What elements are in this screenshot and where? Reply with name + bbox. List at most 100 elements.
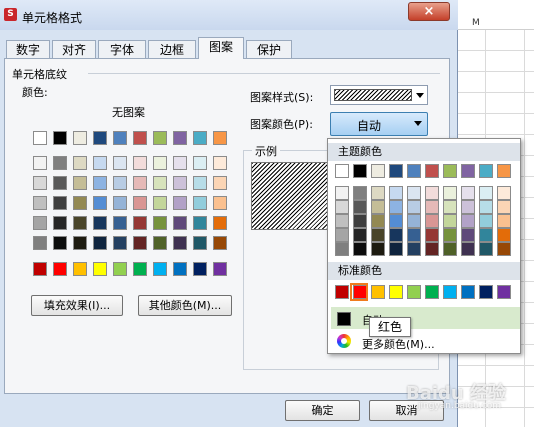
tint-color-swatch[interactable]: [173, 156, 187, 170]
tint-color-swatch[interactable]: [53, 176, 67, 190]
tint-color-swatch[interactable]: [153, 176, 167, 190]
popup-tint-color-swatch[interactable]: [371, 228, 385, 242]
standard-color-swatch[interactable]: [33, 262, 47, 276]
popup-tint-color-swatch[interactable]: [443, 200, 457, 214]
popup-tint-color-swatch[interactable]: [389, 242, 403, 256]
more-colors-option[interactable]: 更多颜色(M)...: [362, 336, 435, 352]
popup-tint-color-swatch[interactable]: [497, 214, 511, 228]
popup-tint-color-swatch[interactable]: [371, 186, 385, 200]
standard-color-swatch[interactable]: [113, 262, 127, 276]
tint-color-swatch[interactable]: [173, 176, 187, 190]
tint-color-swatch[interactable]: [93, 156, 107, 170]
popup-tint-color-swatch[interactable]: [461, 242, 475, 256]
tint-color-swatch[interactable]: [133, 196, 147, 210]
popup-tint-color-swatch[interactable]: [425, 228, 439, 242]
theme-color-swatch[interactable]: [133, 131, 147, 145]
popup-tint-color-swatch[interactable]: [479, 242, 493, 256]
tint-color-swatch[interactable]: [173, 236, 187, 250]
popup-theme-color-swatch[interactable]: [353, 164, 367, 178]
tint-color-swatch[interactable]: [193, 216, 207, 230]
tint-color-swatch[interactable]: [53, 216, 67, 230]
standard-color-swatch[interactable]: [133, 262, 147, 276]
popup-tint-color-swatch[interactable]: [353, 200, 367, 214]
popup-tint-color-swatch[interactable]: [353, 214, 367, 228]
popup-standard-color-swatch[interactable]: [371, 285, 385, 299]
tint-color-swatch[interactable]: [33, 156, 47, 170]
popup-tint-color-swatch[interactable]: [425, 242, 439, 256]
theme-color-swatch[interactable]: [153, 131, 167, 145]
tint-color-swatch[interactable]: [73, 236, 87, 250]
tint-color-swatch[interactable]: [113, 216, 127, 230]
close-button[interactable]: ×: [408, 2, 450, 21]
popup-standard-color-swatch[interactable]: [443, 285, 457, 299]
tint-color-swatch[interactable]: [93, 176, 107, 190]
tint-color-swatch[interactable]: [33, 236, 47, 250]
tint-color-swatch[interactable]: [213, 216, 227, 230]
popup-tint-color-swatch[interactable]: [353, 242, 367, 256]
tint-color-swatch[interactable]: [73, 156, 87, 170]
popup-tint-color-swatch[interactable]: [389, 228, 403, 242]
theme-color-swatch[interactable]: [193, 131, 207, 145]
tint-color-swatch[interactable]: [33, 196, 47, 210]
tint-color-swatch[interactable]: [173, 196, 187, 210]
popup-theme-color-swatch[interactable]: [335, 164, 349, 178]
theme-color-swatch[interactable]: [73, 131, 87, 145]
popup-tint-color-swatch[interactable]: [497, 200, 511, 214]
popup-tint-color-swatch[interactable]: [353, 186, 367, 200]
tint-color-swatch[interactable]: [133, 216, 147, 230]
tint-color-swatch[interactable]: [213, 176, 227, 190]
tab-number[interactable]: 数字: [6, 40, 50, 59]
standard-color-swatch[interactable]: [213, 262, 227, 276]
tint-color-swatch[interactable]: [33, 216, 47, 230]
popup-standard-color-swatch[interactable]: [425, 285, 439, 299]
popup-tint-color-swatch[interactable]: [497, 228, 511, 242]
column-header-m[interactable]: M: [472, 18, 480, 28]
popup-tint-color-swatch[interactable]: [425, 186, 439, 200]
tint-color-swatch[interactable]: [93, 236, 107, 250]
ok-button[interactable]: 确定: [285, 400, 360, 421]
more-colors-button[interactable]: 其他颜色(M)...: [138, 295, 232, 316]
popup-tint-color-swatch[interactable]: [497, 186, 511, 200]
popup-tint-color-swatch[interactable]: [443, 214, 457, 228]
tint-color-swatch[interactable]: [193, 176, 207, 190]
standard-color-swatch[interactable]: [193, 262, 207, 276]
tint-color-swatch[interactable]: [53, 196, 67, 210]
tint-color-swatch[interactable]: [53, 156, 67, 170]
popup-tint-color-swatch[interactable]: [389, 214, 403, 228]
theme-color-swatch[interactable]: [53, 131, 67, 145]
popup-theme-color-swatch[interactable]: [389, 164, 403, 178]
tint-color-swatch[interactable]: [153, 156, 167, 170]
standard-color-swatch[interactable]: [53, 262, 67, 276]
tint-color-swatch[interactable]: [33, 176, 47, 190]
popup-theme-color-swatch[interactable]: [479, 164, 493, 178]
popup-standard-color-swatch[interactable]: [479, 285, 493, 299]
popup-tint-color-swatch[interactable]: [443, 186, 457, 200]
theme-color-swatch[interactable]: [213, 131, 227, 145]
popup-tint-color-swatch[interactable]: [353, 228, 367, 242]
standard-color-swatch[interactable]: [73, 262, 87, 276]
popup-tint-color-swatch[interactable]: [479, 186, 493, 200]
popup-tint-color-swatch[interactable]: [407, 200, 421, 214]
tab-patterns[interactable]: 图案: [198, 37, 244, 59]
tint-color-swatch[interactable]: [213, 196, 227, 210]
popup-standard-color-swatch[interactable]: [389, 285, 403, 299]
popup-tint-color-swatch[interactable]: [425, 200, 439, 214]
popup-standard-color-swatch[interactable]: [407, 285, 421, 299]
theme-color-swatch[interactable]: [113, 131, 127, 145]
popup-standard-color-swatch[interactable]: [461, 285, 475, 299]
tab-alignment[interactable]: 对齐: [52, 40, 96, 59]
popup-tint-color-swatch[interactable]: [479, 214, 493, 228]
popup-tint-color-swatch[interactable]: [461, 200, 475, 214]
theme-color-swatch[interactable]: [33, 131, 47, 145]
tint-color-swatch[interactable]: [93, 196, 107, 210]
popup-theme-color-swatch[interactable]: [425, 164, 439, 178]
tab-protection[interactable]: 保护: [246, 40, 292, 59]
popup-tint-color-swatch[interactable]: [335, 228, 349, 242]
tint-color-swatch[interactable]: [153, 196, 167, 210]
popup-theme-color-swatch[interactable]: [497, 164, 511, 178]
tint-color-swatch[interactable]: [213, 156, 227, 170]
tint-color-swatch[interactable]: [113, 156, 127, 170]
tint-color-swatch[interactable]: [193, 156, 207, 170]
popup-tint-color-swatch[interactable]: [335, 242, 349, 256]
no-pattern-option[interactable]: 无图案: [112, 104, 145, 120]
